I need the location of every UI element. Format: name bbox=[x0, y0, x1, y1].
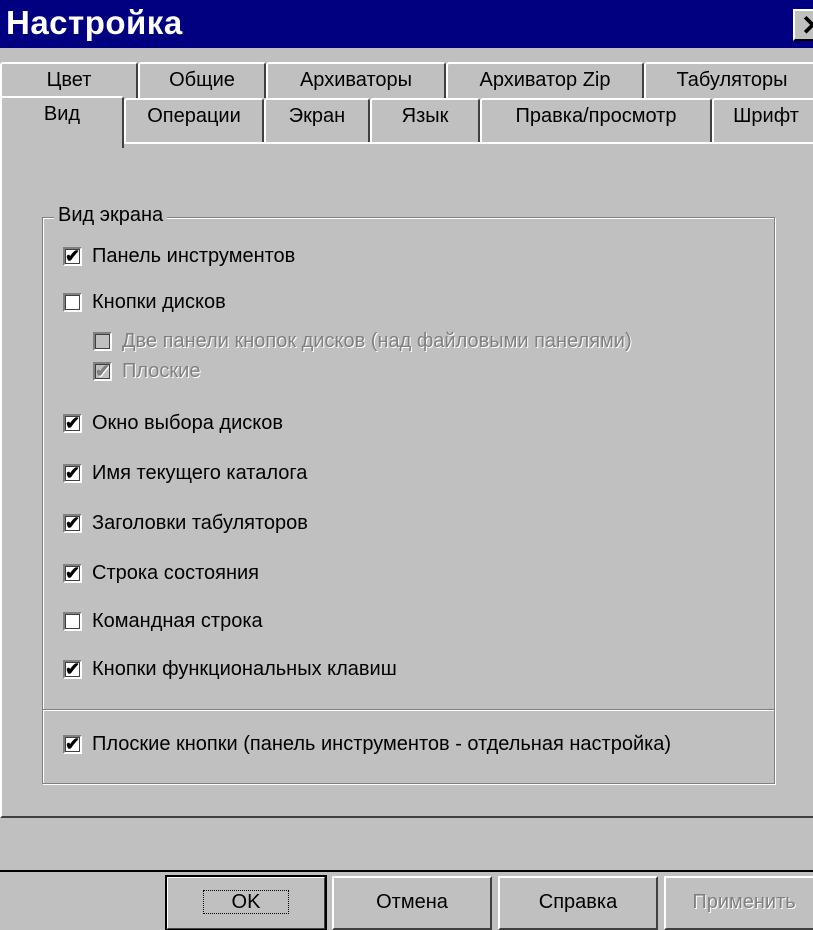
tab-general[interactable]: Общие bbox=[138, 62, 266, 98]
checkbox-box: ✔ bbox=[63, 734, 82, 754]
window-title: Настройка bbox=[6, 4, 183, 41]
checkbox-label: Заголовки табуляторов bbox=[92, 511, 308, 534]
ok-button[interactable]: OK bbox=[165, 875, 327, 930]
tab-edit-view[interactable]: Правка/просмотр bbox=[480, 98, 712, 142]
tab-color[interactable]: Цвет bbox=[0, 62, 138, 98]
checkbox-flat[interactable]: ✔ Плоские bbox=[93, 357, 200, 385]
checkbox-current-dir-name[interactable]: ✔ Имя текущего каталога bbox=[63, 459, 307, 487]
checkbox-function-keys[interactable]: ✔ Кнопки функциональных клавиш bbox=[63, 655, 397, 683]
help-button[interactable]: Справка bbox=[498, 876, 658, 930]
tab-screen[interactable]: Экран bbox=[264, 98, 370, 142]
cancel-button[interactable]: Отмена bbox=[332, 876, 492, 930]
apply-button[interactable]: Применить bbox=[664, 876, 813, 930]
checkbox-label: Окно выбора дисков bbox=[92, 411, 283, 434]
checkbox-drive-select-window[interactable]: ✔ Окно выбора дисков bbox=[63, 409, 283, 437]
checkbox-label: Кнопки дисков bbox=[92, 290, 226, 313]
checkbox-box bbox=[93, 331, 112, 351]
tab-view[interactable]: Вид bbox=[0, 96, 124, 148]
checkbox-label: Плоские кнопки (панель инструментов - от… bbox=[92, 732, 672, 755]
tab-archivers[interactable]: Архиваторы bbox=[266, 62, 446, 98]
checkbox-drive-buttons[interactable]: Кнопки дисков bbox=[63, 288, 226, 316]
checkbox-box: ✔ bbox=[93, 361, 112, 381]
title-bar: Настройка ✕ bbox=[0, 0, 813, 48]
tab-operations[interactable]: Операции bbox=[124, 98, 264, 142]
checkbox-box: ✔ bbox=[63, 413, 82, 433]
close-icon[interactable]: ✕ bbox=[793, 9, 813, 41]
checkbox-box: ✔ bbox=[63, 659, 82, 679]
checkbox-two-drive-panels[interactable]: Две панели кнопок дисков (над файловыми … bbox=[93, 327, 632, 355]
checkbox-box: ✔ bbox=[63, 246, 82, 266]
checkbox-label: Кнопки функциональных клавиш bbox=[92, 657, 397, 680]
checkbox-label: Строка состояния bbox=[92, 561, 260, 584]
checkbox-label: Имя текущего каталога bbox=[92, 461, 308, 484]
group-separator bbox=[43, 709, 774, 711]
checkbox-box: ✔ bbox=[63, 513, 82, 533]
checkbox-toolbar[interactable]: ✔ Панель инструментов bbox=[63, 242, 295, 270]
checkbox-box: ✔ bbox=[63, 563, 82, 583]
checkbox-status-bar[interactable]: ✔ Строка состояния bbox=[63, 559, 259, 587]
checkbox-label: Командная строка bbox=[92, 609, 263, 632]
tab-font[interactable]: Шрифт bbox=[712, 98, 813, 142]
bottom-divider bbox=[0, 870, 813, 872]
tab-archiver-zip[interactable]: Архиватор Zip bbox=[446, 62, 644, 98]
checkbox-box bbox=[63, 611, 82, 631]
checkbox-flat-buttons[interactable]: ✔ Плоские кнопки (панель инструментов - … bbox=[63, 730, 671, 758]
group-legend: Вид экрана bbox=[54, 204, 168, 227]
checkbox-command-line[interactable]: Командная строка bbox=[63, 607, 263, 635]
checkbox-label: Две панели кнопок дисков (над файловыми … bbox=[122, 329, 632, 352]
tab-language[interactable]: Язык bbox=[370, 98, 480, 142]
checkbox-box: ✔ bbox=[63, 463, 82, 483]
checkbox-label: Плоские bbox=[122, 359, 201, 382]
ok-button-label: OK bbox=[202, 890, 290, 914]
checkbox-label: Панель инструментов bbox=[92, 244, 296, 267]
checkbox-tab-headers[interactable]: ✔ Заголовки табуляторов bbox=[63, 509, 308, 537]
tab-tabulators[interactable]: Табуляторы bbox=[644, 62, 813, 98]
checkbox-box bbox=[63, 292, 82, 312]
